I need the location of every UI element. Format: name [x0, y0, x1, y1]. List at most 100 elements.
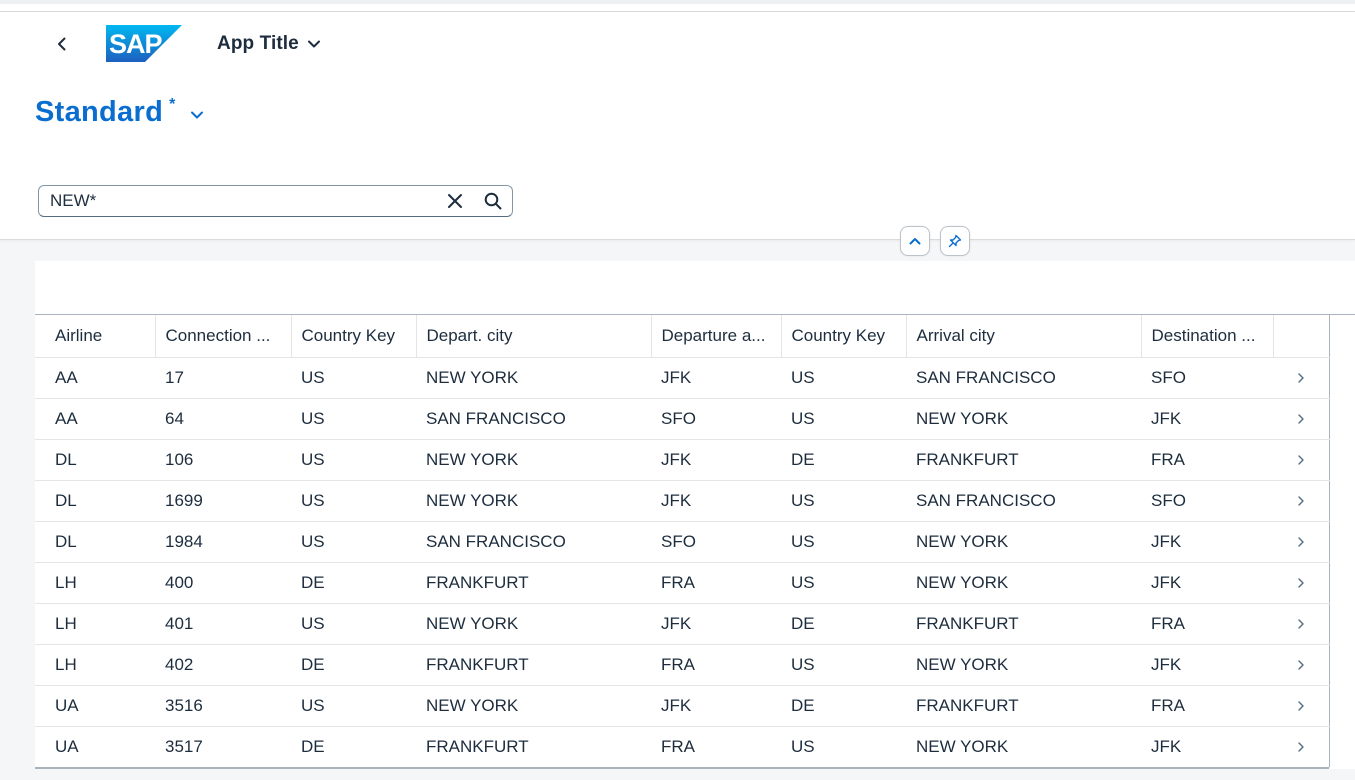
table-row[interactable]: UA 3517 DE FRANKFURT FRA US NEW YORK JFK — [35, 726, 1330, 768]
variant-title: Standard — [35, 96, 164, 128]
table-row[interactable]: LH 400 DE FRANKFURT FRA US NEW YORK JFK — [35, 562, 1330, 604]
table-cell: DE — [781, 603, 906, 645]
row-navigation[interactable] — [1273, 398, 1330, 440]
table-row[interactable]: LH 402 DE FRANKFURT FRA US NEW YORK JFK — [35, 644, 1330, 686]
table-cell: US — [291, 480, 416, 522]
table-cell: DL — [35, 439, 155, 481]
row-navigation[interactable] — [1273, 480, 1330, 522]
table-cell: NEW YORK — [416, 480, 651, 522]
sap-logo: SAP — [106, 25, 182, 62]
table-cell: 64 — [155, 398, 291, 440]
navigation-column-header — [1273, 315, 1330, 358]
column-header[interactable]: Departure a... — [651, 315, 782, 358]
dynamic-page-header: SAP App Title Standard * — [0, 12, 1355, 240]
row-navigation[interactable] — [1273, 644, 1330, 686]
table-cell: 1984 — [155, 521, 291, 563]
table-cell: US — [781, 644, 906, 686]
column-header[interactable]: Connection ... — [155, 315, 292, 358]
table-cell: JFK — [651, 357, 781, 399]
column-header[interactable]: Country Key — [291, 315, 417, 358]
chevron-right-icon — [1298, 618, 1304, 629]
app-title-menu[interactable]: App Title — [217, 31, 321, 57]
variant-modified-marker: * — [169, 96, 176, 113]
table-cell: NEW YORK — [416, 439, 651, 481]
table-cell: FRANKFURT — [416, 644, 651, 686]
table-cell: SAN FRANCISCO — [906, 357, 1141, 399]
row-navigation[interactable] — [1273, 439, 1330, 481]
table-cell: DE — [291, 562, 416, 604]
row-navigation[interactable] — [1273, 357, 1330, 399]
chevron-right-icon — [1298, 454, 1304, 465]
table-cell: JFK — [651, 439, 781, 481]
table-cell: US — [781, 357, 906, 399]
table-row[interactable]: UA 3516 US NEW YORK JFK DE FRANKFURT FRA — [35, 685, 1330, 727]
column-header[interactable]: Airline — [35, 315, 156, 358]
table-cell: 402 — [155, 644, 291, 686]
table-cell: DE — [291, 726, 416, 768]
table-cell: UA — [35, 685, 155, 727]
table-cell: AA — [35, 398, 155, 440]
row-navigation[interactable] — [1273, 521, 1330, 563]
table-cell: JFK — [1141, 562, 1273, 604]
column-header[interactable]: Country Key — [781, 315, 907, 358]
table-cell: US — [291, 398, 416, 440]
column-header[interactable]: Arrival city — [906, 315, 1142, 358]
chevron-right-icon — [1298, 495, 1304, 506]
table-cell: 106 — [155, 439, 291, 481]
table-cell: US — [781, 480, 906, 522]
table-cell: FRA — [1141, 685, 1273, 727]
table-cell: US — [291, 439, 416, 481]
row-navigation[interactable] — [1273, 603, 1330, 645]
table-cell: SFO — [1141, 480, 1273, 522]
pin-icon — [948, 234, 962, 248]
table-cell: NEW YORK — [416, 357, 651, 399]
collapse-header-button[interactable] — [900, 226, 930, 256]
clear-search-button[interactable] — [436, 186, 474, 216]
table-cell: 1699 — [155, 480, 291, 522]
table-cell: US — [781, 398, 906, 440]
table-cell: US — [781, 726, 906, 768]
table-cell: AA — [35, 357, 155, 399]
table-cell: FRA — [651, 562, 781, 604]
row-navigation[interactable] — [1273, 726, 1330, 768]
table-cell: 17 — [155, 357, 291, 399]
table-row[interactable]: DL 1984 US SAN FRANCISCO SFO US NEW YORK JFK — [35, 521, 1330, 563]
chevron-right-icon — [1298, 536, 1304, 547]
search-icon — [484, 192, 502, 210]
table-cell: DE — [291, 644, 416, 686]
table-toolbar — [35, 261, 1355, 315]
table-cell: US — [291, 357, 416, 399]
table-cell: NEW YORK — [416, 685, 651, 727]
variant-management[interactable]: Standard * — [35, 94, 205, 130]
table-cell: FRANKFURT — [416, 726, 651, 768]
table-cell: NEW YORK — [906, 398, 1141, 440]
table-cell: FRA — [651, 644, 781, 686]
table-cell: JFK — [1141, 398, 1273, 440]
shell-top-bar — [0, 0, 1355, 12]
column-header[interactable]: Destination ... — [1141, 315, 1274, 358]
search-input[interactable] — [39, 186, 436, 216]
table-cell: FRANKFURT — [906, 685, 1141, 727]
row-navigation[interactable] — [1273, 685, 1330, 727]
table-cell: SAN FRANCISCO — [416, 398, 651, 440]
table-row[interactable]: DL 106 US NEW YORK JFK DE FRANKFURT FRA — [35, 439, 1330, 481]
pin-header-button[interactable] — [940, 226, 970, 256]
table-row[interactable]: DL 1699 US NEW YORK JFK US SAN FRANCISCO SFO — [35, 480, 1330, 522]
table-cell: DE — [781, 685, 906, 727]
table-cell: JFK — [1141, 521, 1273, 563]
table-cell: NEW YORK — [906, 521, 1141, 563]
table-row[interactable]: LH 401 US NEW YORK JFK DE FRANKFURT FRA — [35, 603, 1330, 645]
row-navigation[interactable] — [1273, 562, 1330, 604]
chevron-right-icon — [1298, 700, 1304, 711]
table-row[interactable]: AA 64 US SAN FRANCISCO SFO US NEW YORK JFK — [35, 398, 1330, 440]
table-cell: FRANKFURT — [416, 562, 651, 604]
table-cell: US — [291, 685, 416, 727]
table-cell: US — [291, 521, 416, 563]
table-row[interactable]: AA 17 US NEW YORK JFK US SAN FRANCISCO SFO — [35, 357, 1330, 399]
search-button[interactable] — [474, 186, 512, 216]
table-cell: US — [291, 603, 416, 645]
back-button[interactable] — [44, 30, 80, 58]
table-cell: FRA — [1141, 603, 1273, 645]
chevron-down-icon — [191, 111, 204, 119]
column-header[interactable]: Depart. city — [416, 315, 652, 358]
